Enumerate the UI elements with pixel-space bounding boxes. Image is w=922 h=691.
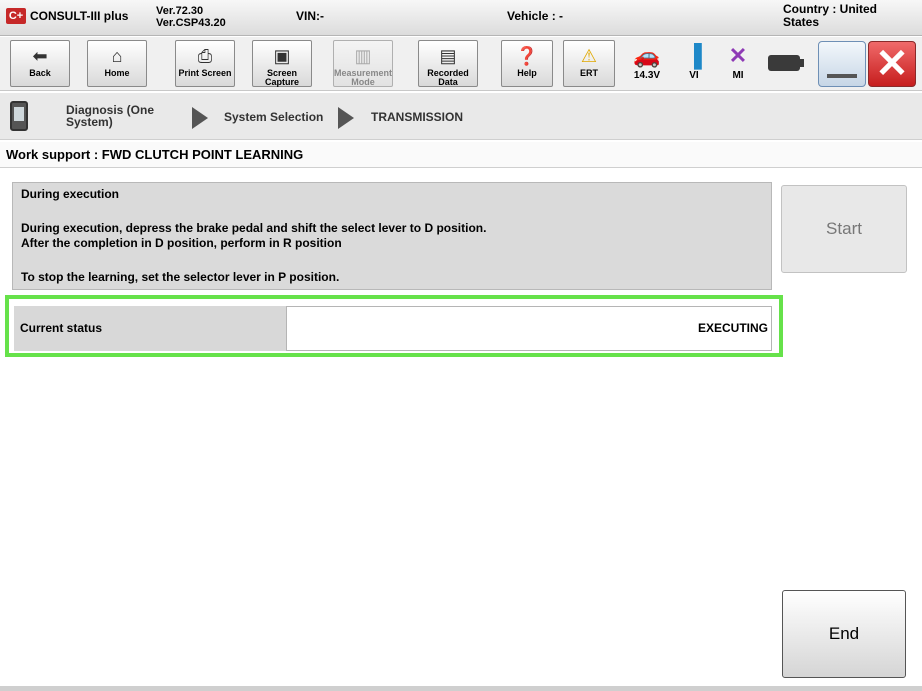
minimize-button[interactable] <box>818 41 866 87</box>
print-screen-button[interactable]: ⎙ Print Screen <box>175 40 235 87</box>
instruction-panel: During execution During execution, depre… <box>12 182 772 290</box>
vi-status: ▐ VI <box>676 42 712 86</box>
back-arrow-icon: ⬅ <box>32 46 48 66</box>
title-bar: C+ CONSULT-III plus Ver.72.30 Ver.CSP43.… <box>0 0 922 36</box>
instruction-line: After the completion in D position, perf… <box>21 236 342 250</box>
help-button[interactable]: ❓ Help <box>501 40 553 87</box>
current-status-value: EXECUTING <box>286 306 772 351</box>
close-icon: ✕ <box>875 42 909 86</box>
vin-label: VIN:- <box>296 9 324 23</box>
measurement-mode-button[interactable]: ▥ Measurement Mode <box>333 40 393 87</box>
breadcrumb-arrow-icon <box>192 107 208 129</box>
breadcrumb: Diagnosis (One System) System Selection … <box>0 93 922 140</box>
csp-version-label: Ver.CSP43.20 <box>156 17 226 29</box>
end-button[interactable]: End <box>782 590 906 678</box>
start-button[interactable]: Start <box>781 185 907 273</box>
home-button[interactable]: ⌂ Home <box>87 40 147 87</box>
camera-icon: ▣ <box>273 46 291 66</box>
instruction-line: During execution, depress the brake peda… <box>21 221 487 235</box>
recorded-data-icon: ▤ <box>439 46 457 66</box>
panel-title: During execution <box>21 187 120 201</box>
breadcrumb-system-selection[interactable]: System Selection <box>224 110 323 124</box>
battery-voltage-status: 🚗 14.3V <box>626 42 668 86</box>
app-name: CONSULT-III plus <box>30 9 129 23</box>
signal-icon: ▐ <box>686 43 702 68</box>
mi-status: ✕ MI <box>720 42 756 86</box>
warning-icon: ⚠ <box>580 46 598 66</box>
car-icon: 🚗 <box>633 43 661 68</box>
back-button[interactable]: ⬅ Back <box>10 40 70 87</box>
breadcrumb-transmission: TRANSMISSION <box>371 110 464 124</box>
screen-capture-button[interactable]: ▣ Screen Capture <box>252 40 312 87</box>
app-logo: C+ <box>6 8 26 24</box>
breadcrumb-arrow-icon <box>338 107 354 129</box>
battery-icon <box>768 55 804 71</box>
bottom-divider <box>0 686 922 691</box>
country-label: Country : United States <box>783 2 877 29</box>
measurement-icon: ▥ <box>354 46 372 66</box>
close-button[interactable]: ✕ <box>868 41 916 87</box>
vehicle-label: Vehicle : - <box>507 9 564 23</box>
printer-icon: ⎙ <box>197 46 213 66</box>
instruction-line: To stop the learning, set the selector l… <box>21 270 340 284</box>
x-mark-icon: ✕ <box>728 43 748 68</box>
page-title: Work support : FWD CLUTCH POINT LEARNING <box>0 142 922 168</box>
home-icon: ⌂ <box>111 46 123 66</box>
recorded-data-button[interactable]: ▤ Recorded Data <box>418 40 478 87</box>
diagnosis-device-icon <box>10 101 28 131</box>
version-label: Ver.72.30 <box>156 5 204 17</box>
ert-button[interactable]: ⚠ ERT <box>563 40 615 87</box>
help-icon: ❓ <box>515 46 539 66</box>
toolbar: ⬅ Back ⌂ Home ⎙ Print Screen ▣ Screen Ca… <box>0 37 922 91</box>
breadcrumb-diagnosis[interactable]: Diagnosis (One System) <box>66 104 166 128</box>
current-status-label: Current status <box>14 306 286 351</box>
